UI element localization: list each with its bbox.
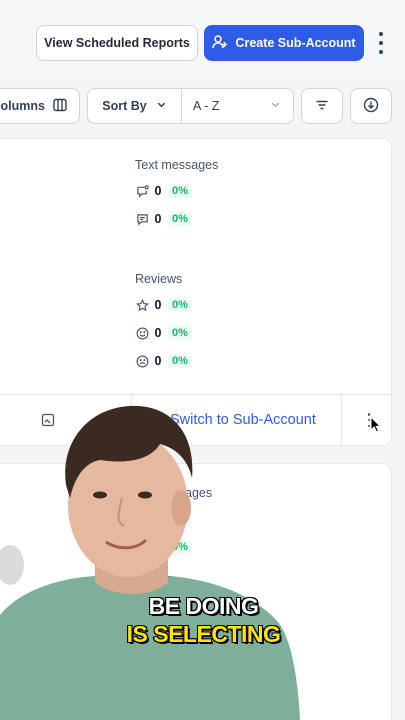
page-header: View Scheduled Reports Create Sub-Accoun… bbox=[0, 0, 405, 78]
star-icon bbox=[135, 298, 149, 312]
stat-percent-badge: 0% bbox=[168, 354, 192, 368]
card-footer-divider bbox=[0, 394, 391, 395]
chevron-down-icon bbox=[270, 99, 281, 113]
download-button[interactable] bbox=[350, 88, 392, 124]
sort-by-button[interactable]: Sort By bbox=[88, 89, 182, 123]
smile-icon bbox=[135, 326, 149, 340]
filter-icon bbox=[315, 98, 329, 115]
view-scheduled-reports-button[interactable]: View Scheduled Reports bbox=[36, 25, 198, 61]
stat-count: 0 bbox=[154, 354, 162, 368]
view-scheduled-reports-label: View Scheduled Reports bbox=[44, 36, 190, 50]
message-dot-icon bbox=[135, 184, 149, 198]
sort-control: Sort By A - Z bbox=[87, 88, 294, 124]
stat-percent-badge: 0% bbox=[168, 298, 192, 312]
reviews-title: Reviews bbox=[135, 272, 183, 286]
stat-count: 0 bbox=[154, 326, 162, 340]
create-sub-account-button[interactable]: Create Sub-Account bbox=[204, 25, 364, 61]
filter-button[interactable] bbox=[301, 88, 343, 124]
sort-by-label: Sort By bbox=[102, 99, 147, 113]
app-screen: View Scheduled Reports Create Sub-Accoun… bbox=[0, 0, 405, 720]
stat-row-reviews-negative: 0 0% bbox=[135, 352, 192, 370]
more-options-icon[interactable] bbox=[376, 32, 386, 54]
sort-order-select[interactable]: A - Z bbox=[182, 89, 293, 123]
mouse-cursor-icon bbox=[370, 415, 382, 439]
presenter-video-overlay bbox=[0, 400, 300, 720]
text-messages-title: Text messages bbox=[135, 158, 219, 172]
stat-row-text-received: 0 0% bbox=[135, 182, 192, 200]
stat-row-reviews-positive: 0 0% bbox=[135, 324, 192, 342]
frown-icon bbox=[135, 354, 149, 368]
chevron-down-icon bbox=[156, 99, 167, 113]
caption-line-1: BE DOING bbox=[148, 592, 260, 620]
stat-row-reviews-total: 0 0% bbox=[135, 296, 192, 314]
user-plus-icon bbox=[212, 34, 228, 53]
create-sub-account-label: Create Sub-Account bbox=[235, 36, 356, 50]
message-square-icon bbox=[135, 212, 149, 226]
sort-order-value: A - Z bbox=[193, 99, 220, 113]
stat-row-text-sent: 0 0% bbox=[135, 210, 192, 228]
columns-label: Columns bbox=[0, 99, 45, 113]
columns-button[interactable]: Columns bbox=[0, 88, 80, 124]
stat-percent-badge: 0% bbox=[168, 184, 192, 198]
download-icon bbox=[363, 97, 379, 116]
stat-count: 0 bbox=[154, 212, 162, 226]
toolbar: Columns Sort By A - Z bbox=[0, 88, 405, 126]
stat-percent-badge: 0% bbox=[168, 326, 192, 340]
columns-icon bbox=[53, 98, 67, 115]
stat-count: 0 bbox=[154, 298, 162, 312]
stat-percent-badge: 0% bbox=[168, 212, 192, 226]
stat-count: 0 bbox=[154, 184, 162, 198]
caption-line-2: IS SELECTING bbox=[126, 620, 282, 648]
footer-divider-right bbox=[341, 395, 342, 446]
